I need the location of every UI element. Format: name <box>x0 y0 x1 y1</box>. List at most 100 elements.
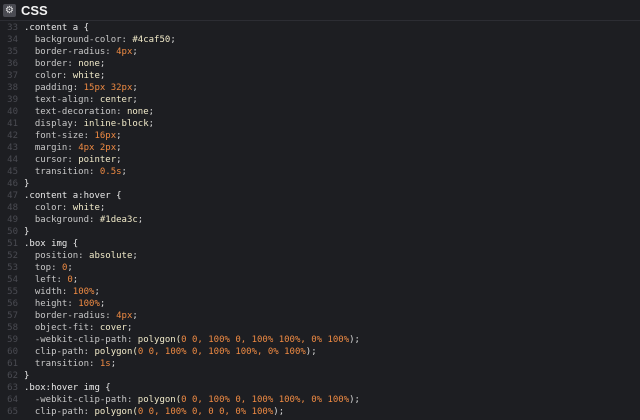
code-token: left: <box>24 275 68 285</box>
code-token: ; <box>99 71 106 81</box>
code-line[interactable]: 36 border: none; <box>0 58 640 70</box>
code-line[interactable]: 53 top: 0; <box>0 262 640 274</box>
code-token: transition: <box>24 359 100 369</box>
code-text: clip-path: polygon(0 0, 100% 0, 0 0, 0% … <box>24 406 284 418</box>
code-line[interactable]: 33 .content a { <box>0 22 640 34</box>
line-number: 60 <box>7 347 18 357</box>
code-token: background: <box>24 215 100 225</box>
line-number: 35 <box>7 47 18 57</box>
code-line[interactable]: 34 background-color: #4caf50; <box>0 34 640 46</box>
line-number: 58 <box>7 323 18 333</box>
line-number: 44 <box>7 155 18 165</box>
code-line[interactable]: 40 text-decoration: none; <box>0 106 640 118</box>
code-line[interactable]: 51 .box img { <box>0 238 640 250</box>
code-token: .content a { <box>24 23 90 33</box>
code-token: background-color: <box>24 35 133 45</box>
code-line[interactable]: 64 -webkit-clip-path: polygon(0 0, 100% … <box>0 394 640 406</box>
code-token: 100% <box>72 287 95 297</box>
code-token: clip-path: <box>24 407 95 417</box>
code-token: margin: <box>24 143 79 153</box>
code-line[interactable]: 48 color: white; <box>0 202 640 214</box>
code-text: background: #1dea3c; <box>24 214 143 226</box>
code-line[interactable]: 50} <box>0 226 640 238</box>
line-number: 57 <box>7 311 18 321</box>
code-line[interactable]: 39 text-align: center; <box>0 94 640 106</box>
code-line[interactable]: 65 clip-path: polygon(0 0, 100% 0, 0 0, … <box>0 406 640 418</box>
code-token: ; <box>116 131 122 141</box>
code-token: ; <box>170 35 176 45</box>
code-line[interactable]: 52 position: absolute; <box>0 250 640 262</box>
code-token: ; <box>121 167 127 177</box>
code-text: } <box>24 370 29 382</box>
line-number: 48 <box>7 203 18 213</box>
code-token: #1dea3c <box>99 215 138 225</box>
line-number: 61 <box>7 359 18 369</box>
editor-title: CSS <box>21 2 48 18</box>
code-token: position: <box>24 251 90 261</box>
code-text: border-radius: 4px; <box>24 46 138 58</box>
code-token: border: <box>24 59 79 69</box>
code-token: -webkit-clip-path: <box>24 395 138 405</box>
line-number: 42 <box>7 131 18 141</box>
code-token: ; <box>116 155 122 165</box>
line-number: 64 <box>7 395 18 405</box>
code-line[interactable]: 59 -webkit-clip-path: polygon(0 0, 100% … <box>0 334 640 346</box>
code-token: } <box>24 227 30 237</box>
code-token: ; <box>126 323 133 333</box>
code-line[interactable]: 45 transition: 0.5s; <box>0 166 640 178</box>
code-token: .content a:hover { <box>24 191 122 201</box>
line-number: 36 <box>7 59 18 69</box>
code-token: 0 0, 100% 0, 100% 100%, 0% 100% <box>181 335 350 345</box>
code-line[interactable]: 63 .box:hover img { <box>0 382 640 394</box>
code-text: -webkit-clip-path: polygon(0 0, 100% 0, … <box>24 334 360 346</box>
css-editor-panel: ⚙ CSS 33 .content a {34 background-color:… <box>0 0 640 420</box>
code-token: #4caf50 <box>132 35 171 45</box>
code-token: ; <box>110 359 117 369</box>
code-line[interactable]: 55 width: 100%; <box>0 286 640 298</box>
code-text: font-size: 16px; <box>24 130 122 142</box>
code-line[interactable]: 60 clip-path: polygon(0 0, 100% 0, 100% … <box>0 346 640 358</box>
code-text: .content a { <box>24 22 89 34</box>
code-token: ; <box>137 215 144 225</box>
line-number: 38 <box>7 83 18 93</box>
code-line[interactable]: 62} <box>0 370 640 382</box>
code-token: display: <box>24 119 84 129</box>
code-line[interactable]: 47 .content a:hover { <box>0 190 640 202</box>
code-text: position: absolute; <box>24 250 138 262</box>
code-token: text-decoration: <box>24 107 127 117</box>
code-area[interactable]: 33 .content a {34 background-color: #4caf… <box>0 22 640 418</box>
code-line[interactable]: 58 object-fit: cover; <box>0 322 640 334</box>
code-line[interactable]: 41 display: inline-block; <box>0 118 640 130</box>
code-text: left: 0; <box>24 274 78 286</box>
code-token: border-radius: <box>24 311 117 321</box>
code-token: ; <box>72 275 79 285</box>
code-token: absolute <box>89 251 133 261</box>
code-text: transition: 1s; <box>24 358 116 370</box>
code-line[interactable]: 43 margin: 4px 2px; <box>0 142 640 154</box>
code-token: 1s <box>99 359 111 369</box>
code-line[interactable]: 57 border-radius: 4px; <box>0 310 640 322</box>
code-token: center <box>99 95 133 105</box>
line-number: 45 <box>7 167 18 177</box>
code-line[interactable]: 38 padding: 15px 32px; <box>0 82 640 94</box>
code-token: ; <box>132 95 138 105</box>
code-line[interactable]: 42 font-size: 16px; <box>0 130 640 142</box>
code-token: ); <box>349 395 360 405</box>
code-line[interactable]: 56 height: 100%; <box>0 298 640 310</box>
code-text: width: 100%; <box>24 286 100 298</box>
code-token: .box img { <box>24 239 79 249</box>
code-token: ; <box>132 47 138 57</box>
code-line[interactable]: 35 border-radius: 4px; <box>0 46 640 58</box>
code-line[interactable]: 46} <box>0 178 640 190</box>
code-line[interactable]: 54 left: 0; <box>0 274 640 286</box>
gear-icon[interactable]: ⚙ <box>3 3 16 17</box>
code-token: white <box>72 71 100 81</box>
line-number: 49 <box>7 215 18 225</box>
code-line[interactable]: 44 cursor: pointer; <box>0 154 640 166</box>
code-token: ; <box>99 203 106 213</box>
code-token: clip-path: <box>24 347 95 357</box>
code-line[interactable]: 49 background: #1dea3c; <box>0 214 640 226</box>
code-line[interactable]: 37 color: white; <box>0 70 640 82</box>
code-token: 4px <box>116 311 133 321</box>
code-line[interactable]: 61 transition: 1s; <box>0 358 640 370</box>
